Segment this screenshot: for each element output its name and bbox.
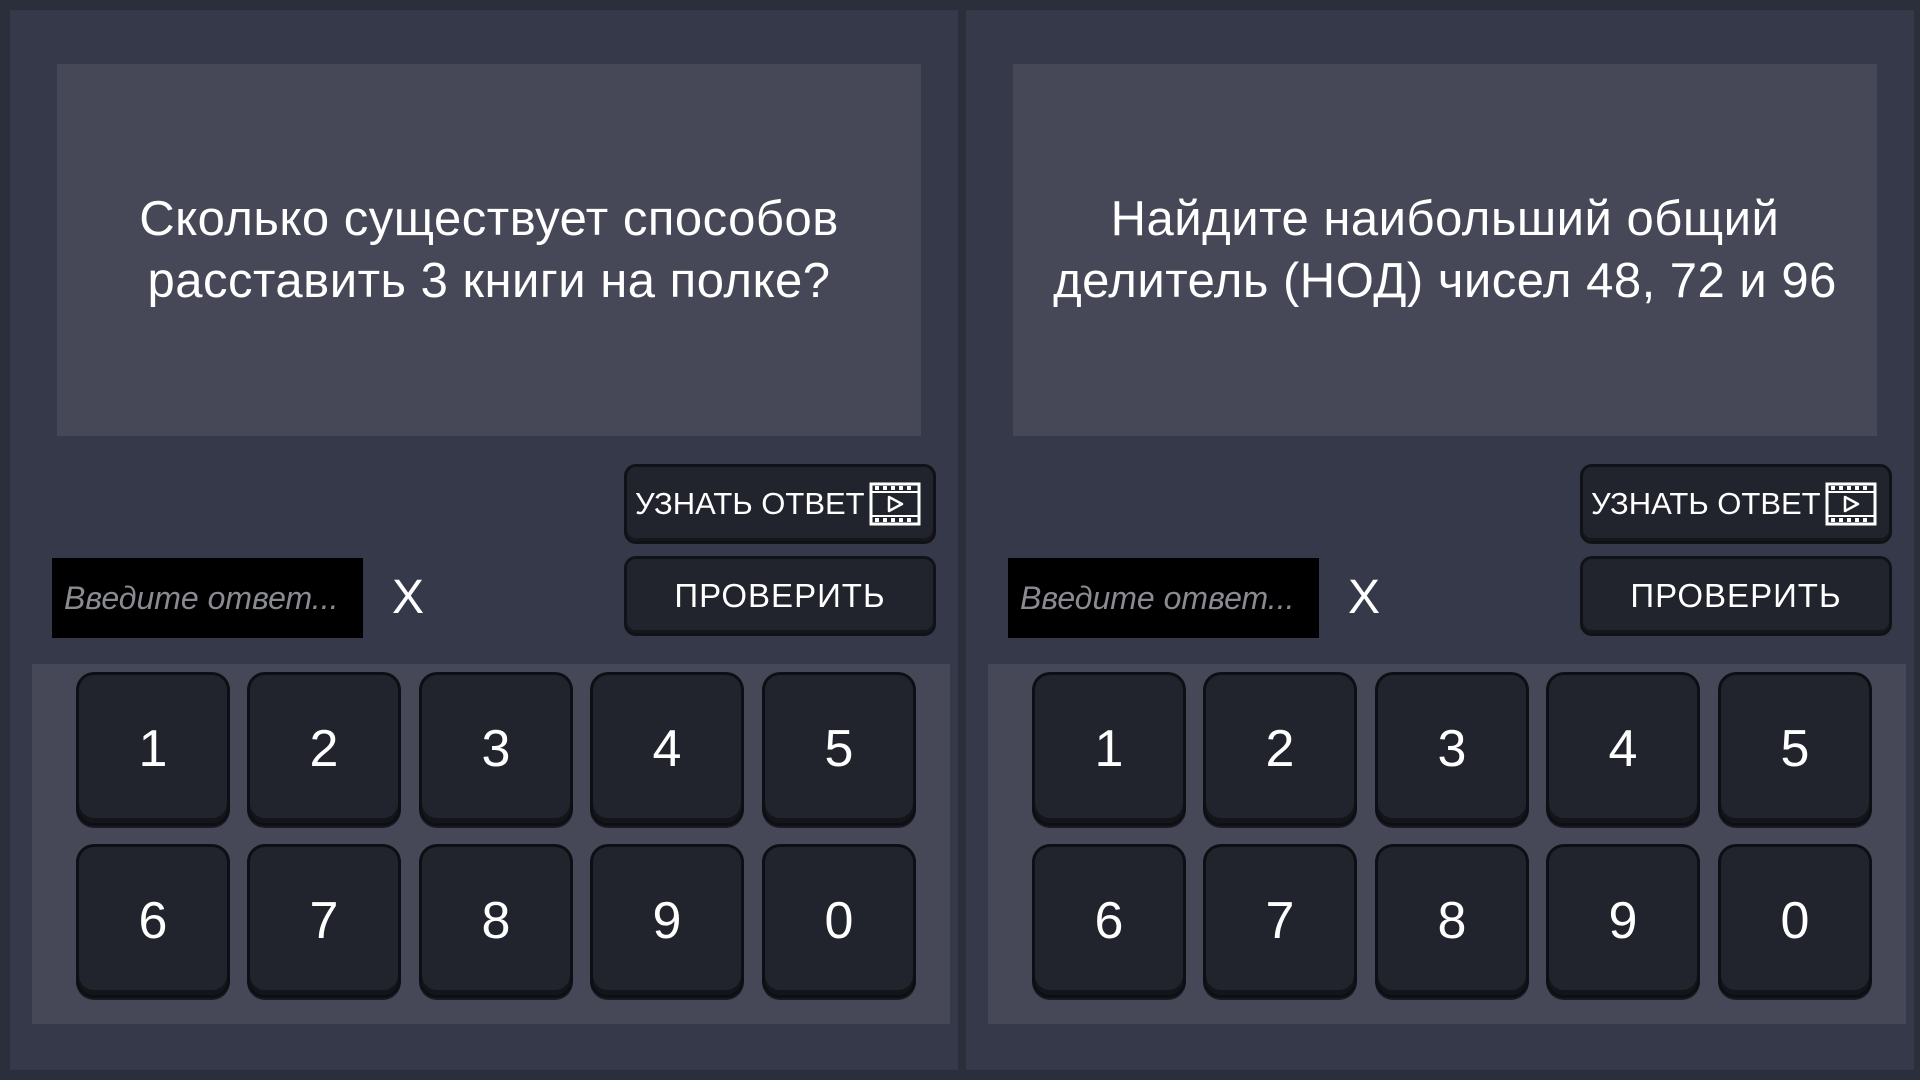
answer-input[interactable] (1008, 558, 1319, 638)
key-4[interactable]: 4 (1546, 672, 1700, 826)
clear-input-button[interactable]: X (1344, 570, 1384, 626)
reveal-answer-label: УЗНАТЬ ОТВЕТ (635, 486, 865, 521)
key-4[interactable]: 4 (590, 672, 744, 826)
game-screen: Сколько существует способов расставить 3… (0, 0, 1920, 1080)
key-8[interactable]: 8 (1375, 844, 1529, 998)
key-7[interactable]: 7 (1203, 844, 1357, 998)
key-3[interactable]: 3 (1375, 672, 1529, 826)
key-0[interactable]: 0 (762, 844, 916, 998)
key-9[interactable]: 9 (1546, 844, 1700, 998)
question-text: Найдите наибольший общий делитель (НОД) … (1053, 192, 1837, 308)
key-1[interactable]: 1 (1032, 672, 1186, 826)
player-panel-left: Сколько существует способов расставить 3… (10, 10, 958, 1070)
question-box: Найдите наибольший общий делитель (НОД) … (1013, 64, 1877, 436)
video-play-icon (869, 482, 921, 526)
number-keypad: 1 2 3 4 5 6 7 8 9 0 (988, 664, 1906, 1024)
key-1[interactable]: 1 (76, 672, 230, 826)
reveal-answer-label: УЗНАТЬ ОТВЕТ (1591, 486, 1821, 521)
key-2[interactable]: 2 (1203, 672, 1357, 826)
reveal-answer-button[interactable]: УЗНАТЬ ОТВЕТ (1580, 464, 1892, 544)
key-6[interactable]: 6 (76, 844, 230, 998)
number-keypad: 1 2 3 4 5 6 7 8 9 0 (32, 664, 950, 1024)
key-8[interactable]: 8 (419, 844, 573, 998)
question-box: Сколько существует способов расставить 3… (57, 64, 921, 436)
question-text: Сколько существует способов расставить 3… (139, 192, 839, 308)
player-panel-right: Найдите наибольший общий делитель (НОД) … (966, 10, 1914, 1070)
answer-input[interactable] (52, 558, 363, 638)
check-answer-button[interactable]: ПРОВЕРИТЬ (1580, 556, 1892, 636)
key-9[interactable]: 9 (590, 844, 744, 998)
key-7[interactable]: 7 (247, 844, 401, 998)
key-3[interactable]: 3 (419, 672, 573, 826)
key-6[interactable]: 6 (1032, 844, 1186, 998)
check-answer-button[interactable]: ПРОВЕРИТЬ (624, 556, 936, 636)
reveal-answer-button[interactable]: УЗНАТЬ ОТВЕТ (624, 464, 936, 544)
key-5[interactable]: 5 (1718, 672, 1872, 826)
key-0[interactable]: 0 (1718, 844, 1872, 998)
clear-input-button[interactable]: X (388, 570, 428, 626)
video-play-icon (1825, 482, 1877, 526)
key-2[interactable]: 2 (247, 672, 401, 826)
key-5[interactable]: 5 (762, 672, 916, 826)
